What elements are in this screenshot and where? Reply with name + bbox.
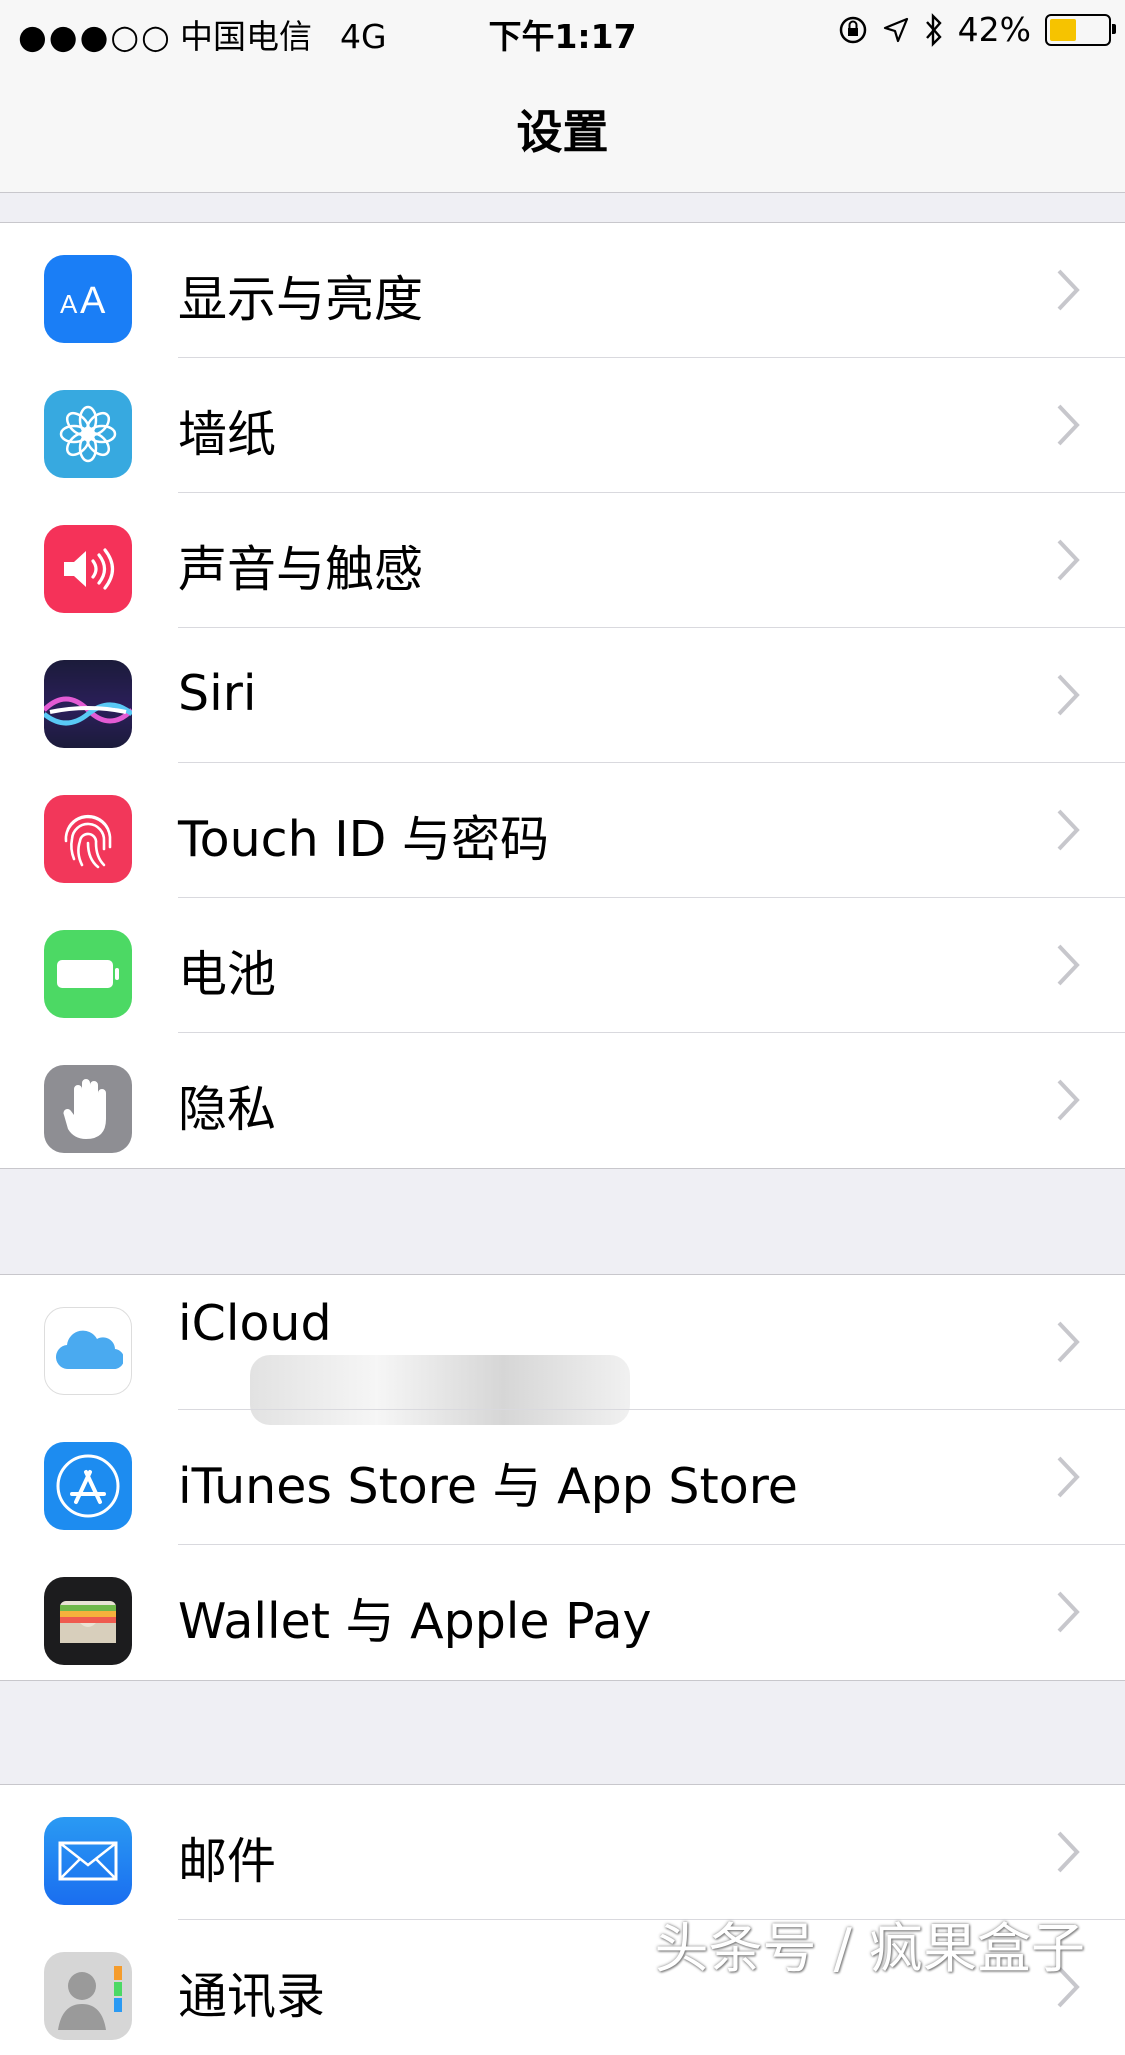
chevron-right-icon (1057, 1456, 1080, 1498)
chevron-right-icon (1057, 539, 1080, 581)
siri-icon (44, 660, 132, 748)
wallet-icon (44, 1577, 132, 1665)
watermark-text: 头条号 / 疯果盒子 (654, 1917, 1085, 1980)
row-label: iTunes Store 与 App Store (178, 1458, 798, 1515)
chevron-right-icon (1057, 674, 1080, 716)
battery-fill (1050, 18, 1077, 41)
row-label: iCloud (178, 1295, 332, 1352)
row-label: 显示与亮度 (178, 271, 424, 328)
status-right: 42% (838, 10, 1116, 49)
row-label: Siri (178, 665, 257, 722)
chevron-right-icon (1057, 269, 1080, 311)
row-label: 邮件 (178, 1833, 277, 1890)
chevron-right-icon (1057, 1321, 1080, 1363)
wallpaper-flower-icon (44, 390, 132, 478)
row-label: 墙纸 (178, 406, 277, 463)
battery-icon (1045, 13, 1116, 46)
battery-percent: 42% (957, 10, 1031, 49)
speaker-icon (44, 525, 132, 613)
chevron-right-icon (1057, 809, 1080, 851)
settings-group-2: iCloud iTunes Store 与 App Store Wallet 与… (0, 1274, 1125, 1681)
chevron-right-icon (1057, 944, 1080, 986)
app-store-icon (44, 1442, 132, 1530)
row-label: Touch ID 与密码 (178, 811, 549, 868)
contacts-icon (44, 1952, 132, 2040)
chevron-right-icon (1057, 1831, 1080, 1873)
row-mail[interactable]: 邮件 (0, 1785, 1125, 1920)
row-label: 声音与触感 (178, 541, 424, 598)
status-bar: ●●●○○ 中国电信 4G 下午1:17 42% (0, 0, 1125, 60)
mail-icon (44, 1817, 132, 1905)
row-touch-id-passcode[interactable]: Touch ID 与密码 (0, 763, 1125, 898)
chevron-right-icon (1057, 1591, 1080, 1633)
row-wallet-apple-pay[interactable]: Wallet 与 Apple Pay (0, 1545, 1125, 1680)
display-brightness-icon: AA (44, 255, 132, 343)
settings-group-1: AA 显示与亮度 墙纸 声音与触感 Siri Touch ID 与密码 电池 隐… (0, 222, 1125, 1169)
row-sounds-haptics[interactable]: 声音与触感 (0, 493, 1125, 628)
row-wallpaper[interactable]: 墙纸 (0, 358, 1125, 493)
page-title: 设置 (516, 105, 609, 159)
row-label: 电池 (178, 946, 277, 1003)
row-label: 隐私 (178, 1081, 277, 1138)
chevron-right-icon (1057, 404, 1080, 446)
rotation-lock-icon (839, 16, 866, 43)
row-itunes-app-store[interactable]: iTunes Store 与 App Store (0, 1410, 1125, 1545)
row-icloud[interactable]: iCloud (0, 1275, 1125, 1425)
chevron-right-icon (1057, 1079, 1080, 1121)
hand-icon (44, 1065, 132, 1153)
row-display-brightness[interactable]: AA 显示与亮度 (0, 223, 1125, 358)
svg-text:A: A (60, 289, 78, 319)
row-label: 通讯录 (178, 1968, 326, 2025)
battery-icon (44, 930, 132, 1018)
fingerprint-icon (44, 795, 132, 883)
bluetooth-icon (925, 12, 942, 47)
location-arrow-icon (883, 17, 908, 42)
cloud-icon (44, 1307, 132, 1395)
row-label: Wallet 与 Apple Pay (178, 1593, 652, 1650)
row-battery[interactable]: 电池 (0, 898, 1125, 1033)
row-siri[interactable]: Siri (0, 628, 1125, 763)
row-privacy[interactable]: 隐私 (0, 1033, 1125, 1168)
top-bar: ●●●○○ 中国电信 4G 下午1:17 42% 设置 (0, 0, 1125, 193)
svg-text:A: A (80, 280, 106, 319)
